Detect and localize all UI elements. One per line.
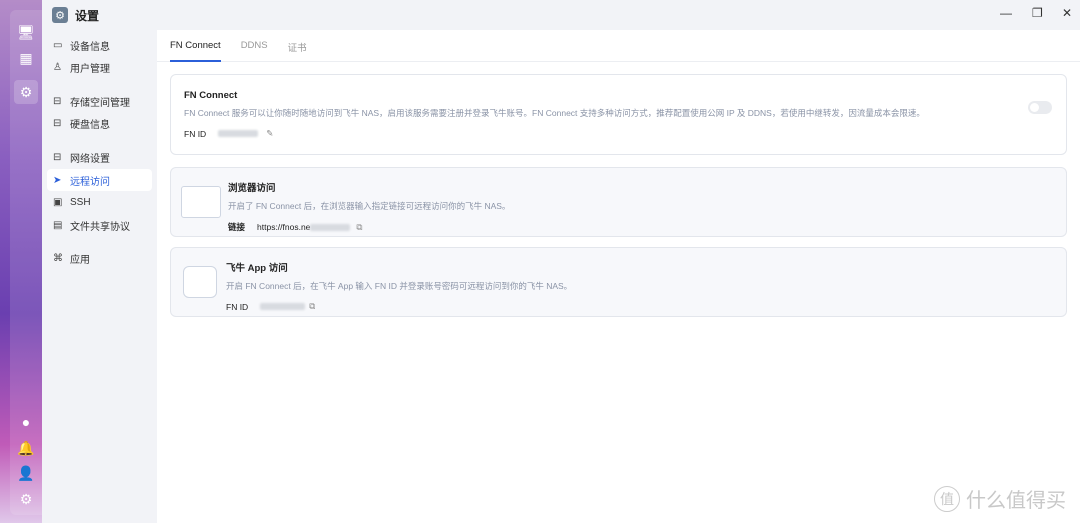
link-redacted: [310, 223, 351, 231]
card-description: 开启 FN Connect 后，在飞牛 App 输入 FN ID 并登录账号密码…: [226, 281, 573, 291]
user-icon[interactable]: 👤: [14, 461, 38, 485]
storage-icon: ⊟: [53, 95, 62, 107]
sidebar-item-label: 用户管理: [70, 63, 110, 75]
disk-icon: ⊟: [53, 117, 62, 129]
card-title: FN Connect: [184, 90, 238, 101]
link-value[interactable]: https://fnos.ne: [257, 222, 310, 232]
fn-id-label: FN ID: [184, 128, 207, 139]
notification-bell-icon[interactable]: 🔔: [14, 436, 38, 460]
maximize-button[interactable]: ❐: [1032, 6, 1043, 20]
copy-icon[interactable]: ⧉: [356, 222, 362, 233]
fn-connect-card: FN Connect FN Connect 服务可以让你随时随地访问到飞牛 NA…: [170, 74, 1067, 155]
browser-access-card: 浏览器访问 开启了 FN Connect 后，在浏览器输入指定链接可远程访问你的…: [170, 167, 1067, 237]
browser-illustration-icon: [181, 186, 221, 218]
tab-ddns[interactable]: DDNS: [241, 30, 268, 62]
tab-fn-connect[interactable]: FN Connect: [170, 30, 221, 62]
sidebar-item-label: 存储空间管理: [70, 97, 130, 109]
sidebar-item-ssh[interactable]: ▣ SSH: [47, 191, 152, 213]
sidebar-item-label: 设备信息: [70, 41, 110, 53]
watermark: 值什么值得买: [934, 484, 1066, 513]
sidebar-item-network[interactable]: ⊟ 网络设置: [47, 146, 152, 168]
sidebar-item-storage[interactable]: ⊟ 存储空间管理: [47, 90, 152, 112]
app-center-icon[interactable]: ▦: [14, 46, 38, 70]
sidebar-item-label: SSH: [70, 196, 91, 208]
fn-id-label: FN ID: [226, 301, 249, 312]
copy-icon[interactable]: ⧉: [309, 301, 315, 312]
settings-window: ⚙ 设置 — ❐ ✕ ▭ 设备信息 ♙ 用户管理 ⊟ 存储空间管理 ⊟ 硬盘信息 ⊟ 网络…: [42, 0, 1080, 523]
tab-bar: FN Connect DDNS 证书: [157, 30, 1080, 62]
minimize-button[interactable]: —: [1000, 6, 1012, 20]
sidebar-item-remote-access[interactable]: ➤ 远程访问: [47, 169, 152, 191]
title-bar: ⚙ 设置 — ❐ ✕: [42, 0, 1080, 30]
sidebar-item-label: 远程访问: [70, 176, 110, 188]
watermark-text: 什么值得买: [966, 490, 1066, 512]
sidebar-item-disk-info[interactable]: ⊟ 硬盘信息: [47, 112, 152, 134]
sidebar-item-apps[interactable]: ⌘ 应用: [47, 247, 152, 269]
sidebar-item-label: 网络设置: [70, 153, 110, 165]
settings-app-icon[interactable]: ⚙: [14, 80, 38, 104]
send-icon: ➤: [53, 174, 62, 186]
card-title: 浏览器访问: [228, 183, 276, 194]
system-settings-icon[interactable]: ⚙: [14, 487, 38, 511]
fn-id-value-redacted: [260, 303, 306, 310]
user-icon: ♙: [53, 61, 62, 73]
network-status-icon[interactable]: ●: [14, 410, 38, 434]
sidebar-item-user-management[interactable]: ♙ 用户管理: [47, 56, 152, 78]
sidebar-item-label: 文件共享协议: [70, 221, 130, 233]
file-icon: ▤: [53, 219, 63, 231]
close-button[interactable]: ✕: [1062, 6, 1072, 20]
desktop-dock: 🖥 ▦ ⚙ ● 🔔 👤 ⚙: [0, 0, 42, 523]
main-content: FN Connect DDNS 证书 FN Connect FN Connect…: [157, 30, 1080, 523]
sidebar-item-device-info[interactable]: ▭ 设备信息: [47, 34, 152, 56]
phone-illustration-icon: [183, 266, 217, 298]
fn-connect-toggle[interactable]: [1028, 101, 1052, 114]
fn-id-value-redacted: [218, 130, 259, 137]
watermark-logo-icon: 值: [934, 485, 960, 512]
network-icon: ⊟: [53, 151, 62, 163]
settings-gear-icon: ⚙: [52, 7, 68, 23]
tab-certificate[interactable]: 证书: [288, 30, 307, 62]
apps-icon: ⌘: [53, 252, 63, 264]
card-title: 飞牛 App 访问: [226, 263, 288, 274]
edit-pencil-icon[interactable]: ✎: [266, 128, 273, 139]
terminal-icon: ▣: [53, 196, 63, 208]
card-description: 开启了 FN Connect 后，在浏览器输入指定链接可远程访问你的飞牛 NAS…: [228, 201, 511, 211]
desktop-icon[interactable]: 🖥: [14, 20, 38, 44]
link-label: 链接: [228, 222, 246, 232]
card-description: FN Connect 服务可以让你随时随地访问到飞牛 NAS，启用该服务需要注册…: [184, 108, 925, 118]
sidebar-item-file-sharing[interactable]: ▤ 文件共享协议: [47, 214, 152, 236]
app-access-card: 飞牛 App 访问 开启 FN Connect 后，在飞牛 App 输入 FN …: [170, 247, 1067, 317]
settings-sidebar: ▭ 设备信息 ♙ 用户管理 ⊟ 存储空间管理 ⊟ 硬盘信息 ⊟ 网络设置 ➤ 远程访问 ▣ S…: [42, 30, 157, 523]
sidebar-item-label: 硬盘信息: [70, 119, 110, 131]
device-icon: ▭: [53, 39, 63, 51]
window-title: 设置: [75, 8, 100, 23]
sidebar-item-label: 应用: [70, 254, 90, 266]
